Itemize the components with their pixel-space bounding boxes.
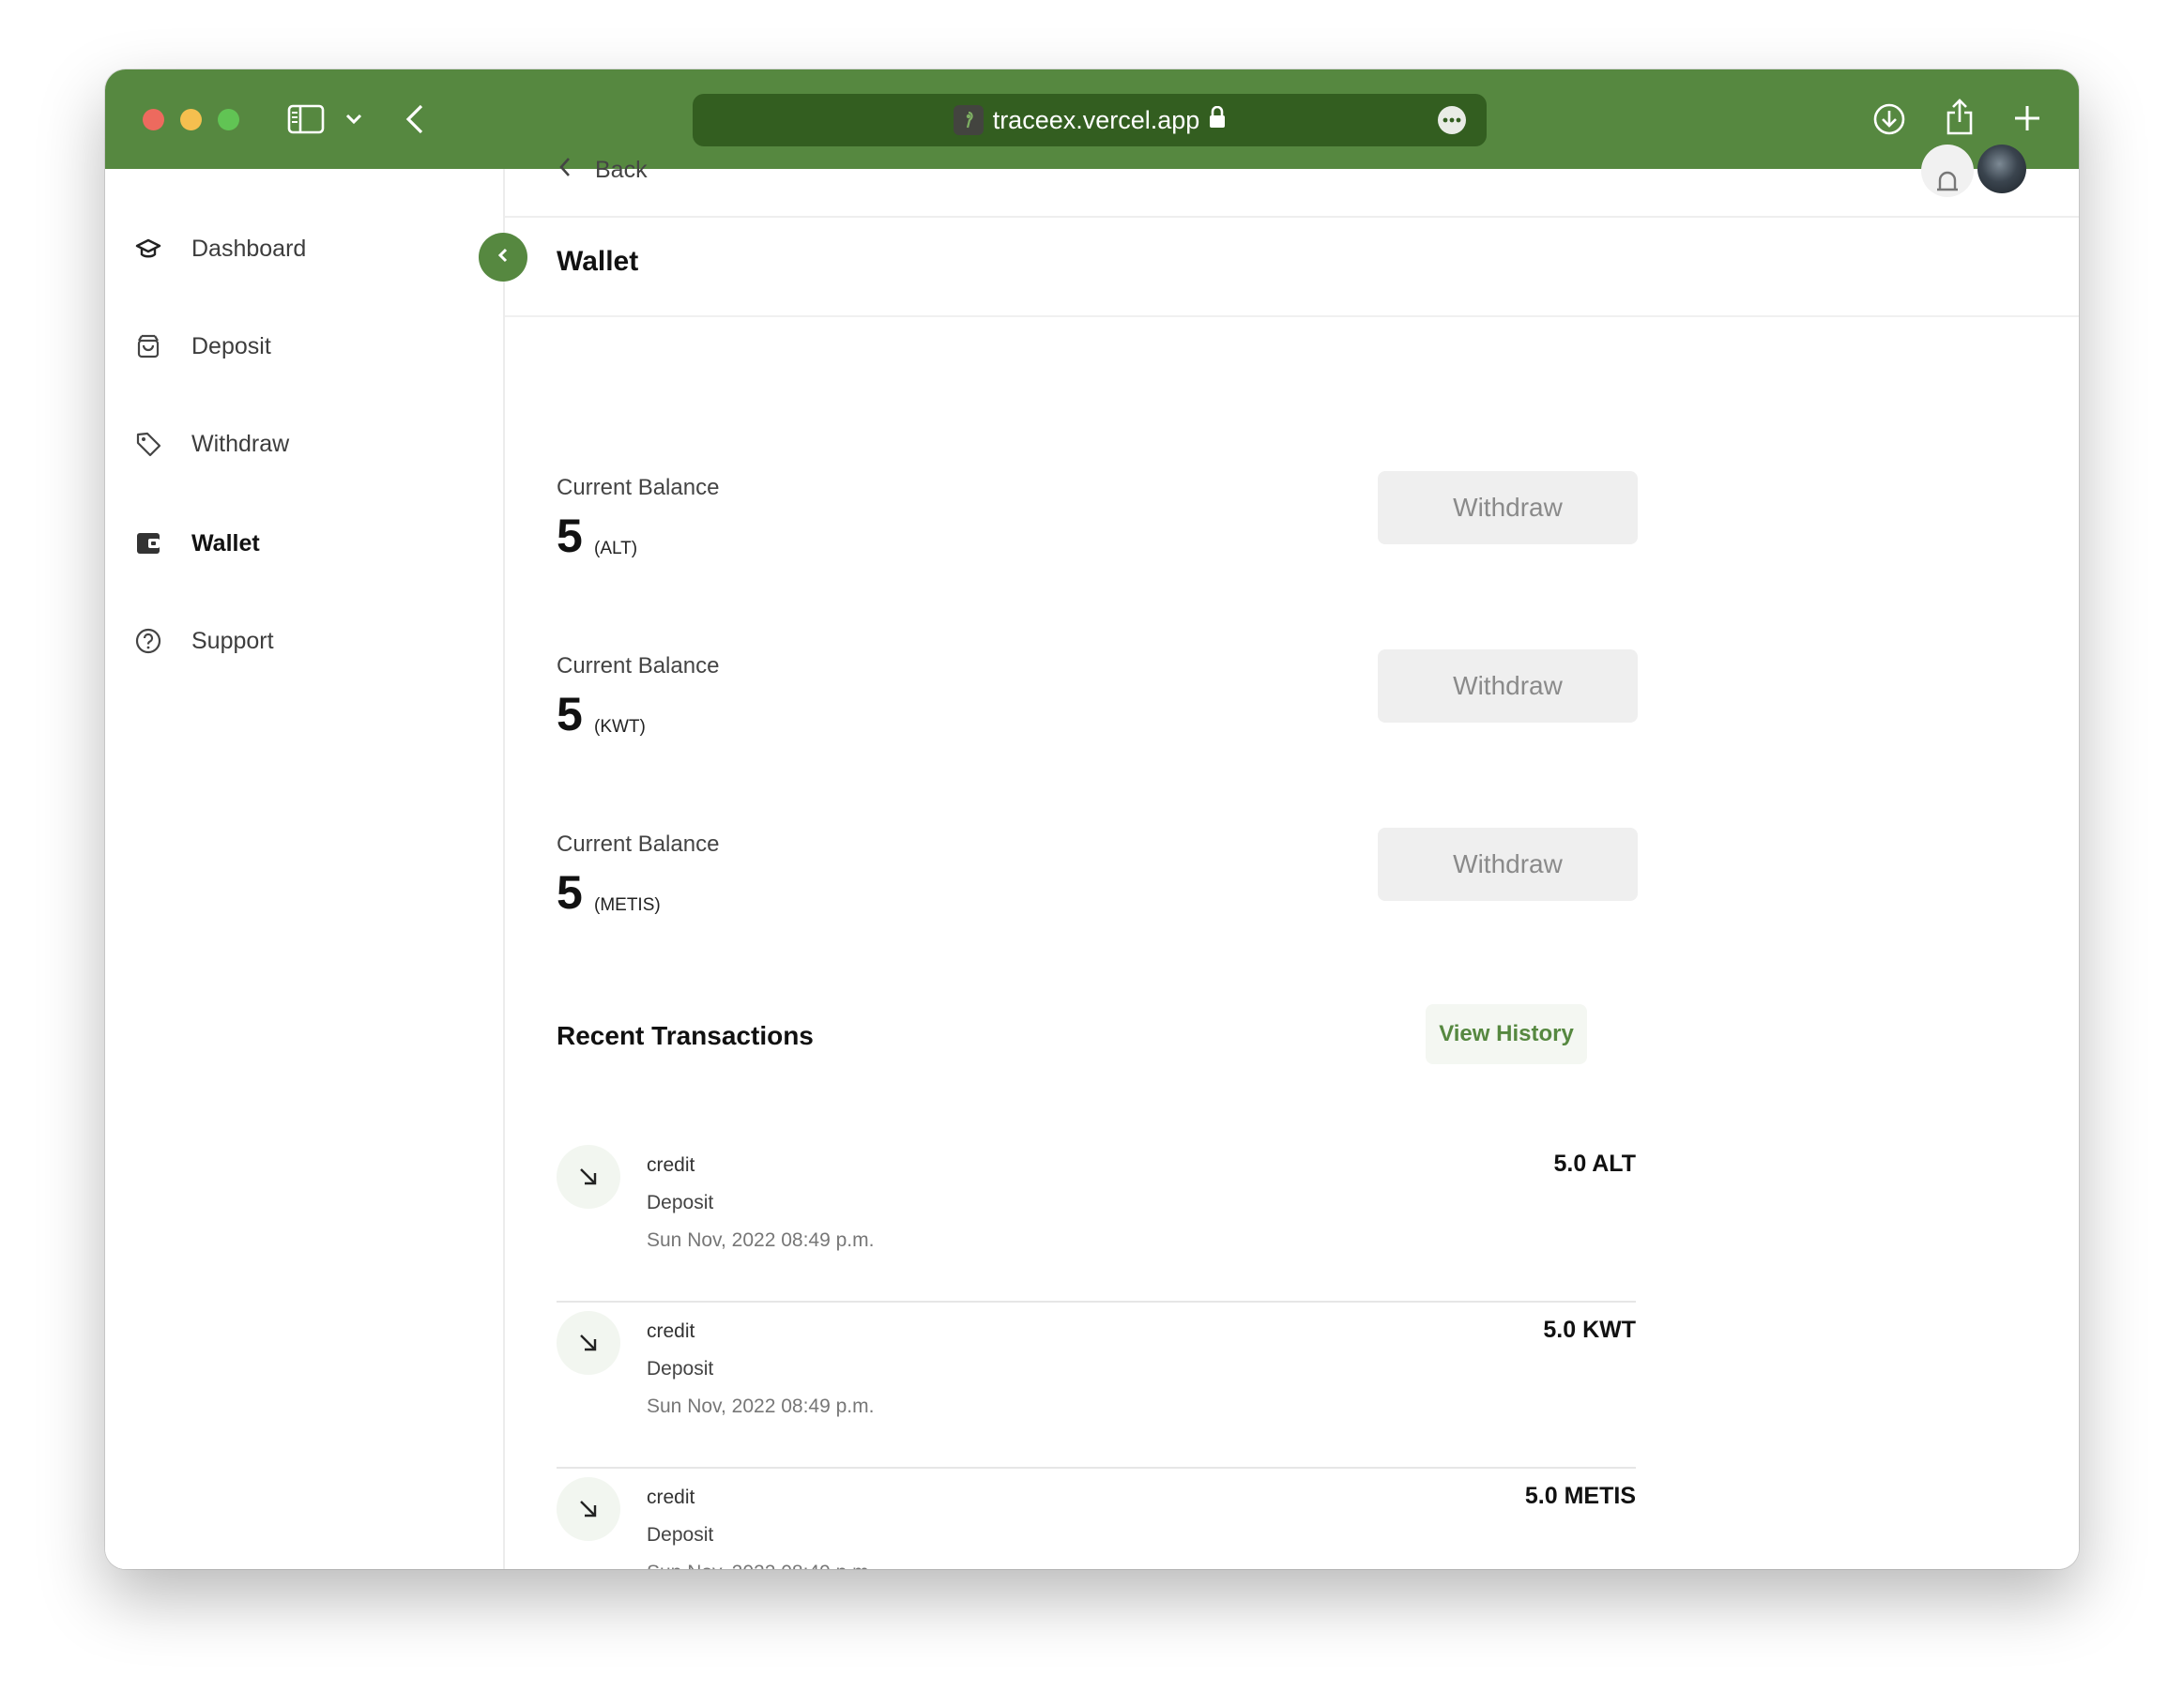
back-link[interactable]: Back bbox=[557, 156, 648, 185]
balance-unit: (ALT) bbox=[594, 539, 638, 558]
transaction-time: Sun Nov, 2022 08:49 p.m. bbox=[647, 1229, 875, 1251]
transaction-type: credit bbox=[647, 1487, 695, 1508]
arrow-down-right-icon bbox=[557, 1477, 620, 1541]
new-tab-icon[interactable] bbox=[2010, 101, 2044, 135]
balance-label: Current Balance bbox=[557, 831, 720, 857]
lock-icon bbox=[1209, 105, 1226, 135]
address-bar[interactable]: traceex.vercel.app bbox=[693, 94, 1487, 146]
transaction-time: Sun Nov, 2022 08:49 p.m. bbox=[647, 1395, 875, 1417]
balance-card-metis: Current Balance 5 (METIS) Withdraw bbox=[557, 828, 1638, 925]
main-panel: Back Wallet Current Balance 5 (ALT) With… bbox=[505, 145, 2079, 1569]
sidebar-item-label: Deposit bbox=[191, 332, 271, 359]
transaction-row[interactable]: credit Deposit Sun Nov, 2022 08:49 p.m. … bbox=[557, 1302, 1636, 1469]
chevron-left-icon bbox=[557, 156, 572, 185]
minimize-window-button[interactable] bbox=[180, 109, 202, 130]
download-icon[interactable] bbox=[1871, 101, 1907, 137]
avatar[interactable] bbox=[1977, 145, 2026, 193]
top-header: Back bbox=[505, 145, 2079, 218]
sidebar-item-support[interactable]: Support bbox=[133, 618, 274, 664]
share-icon[interactable] bbox=[1943, 96, 1977, 137]
address-text: traceex.vercel.app bbox=[992, 105, 1200, 134]
help-circle-icon bbox=[133, 626, 163, 656]
balance-amount: 5 bbox=[557, 688, 583, 740]
transaction-time: Sun Nov, 2022 08:49 p.m. bbox=[647, 1562, 874, 1569]
site-favicon-icon bbox=[953, 105, 984, 135]
withdraw-button[interactable]: Withdraw bbox=[1378, 828, 1638, 901]
page-title-bar: Wallet bbox=[505, 218, 2079, 317]
transaction-row[interactable]: credit Deposit Sun Nov, 2022 08:49 p.m. … bbox=[557, 1136, 1636, 1303]
arrow-down-right-icon bbox=[557, 1311, 620, 1375]
balance-label: Current Balance bbox=[557, 653, 720, 679]
back-label: Back bbox=[595, 157, 648, 183]
balance-card-kwt: Current Balance 5 (KWT) Withdraw bbox=[557, 649, 1638, 747]
view-history-button[interactable]: View History bbox=[1426, 1004, 1587, 1064]
notification-bell-icon[interactable] bbox=[1921, 145, 1974, 197]
sidebar-item-label: Dashboard bbox=[191, 235, 307, 262]
browser-toolbar: traceex.vercel.app bbox=[105, 69, 2079, 169]
tag-icon bbox=[133, 429, 163, 459]
transaction-description: Deposit bbox=[647, 1192, 714, 1213]
arrow-down-right-icon bbox=[557, 1145, 620, 1209]
transaction-description: Deposit bbox=[647, 1524, 714, 1546]
transaction-type: credit bbox=[647, 1154, 695, 1176]
withdraw-button[interactable]: Withdraw bbox=[1378, 649, 1638, 723]
sidebar-toggle-icon[interactable] bbox=[287, 103, 325, 135]
collapse-sidebar-button[interactable] bbox=[479, 233, 527, 282]
sidebar-item-wallet[interactable]: Wallet bbox=[133, 520, 260, 567]
more-options-icon[interactable] bbox=[1438, 106, 1466, 134]
sidebar-item-withdraw[interactable]: Withdraw bbox=[133, 420, 289, 467]
transaction-amount: 5.0 METIS bbox=[1524, 1483, 1636, 1509]
maximize-window-button[interactable] bbox=[218, 109, 239, 130]
transaction-type: credit bbox=[647, 1320, 695, 1342]
balance-unit: (KWT) bbox=[594, 717, 646, 737]
chevron-left-icon bbox=[496, 246, 510, 269]
sidebar-item-deposit[interactable]: Deposit bbox=[133, 323, 271, 370]
sidebar-item-dashboard[interactable]: Dashboard bbox=[133, 225, 306, 272]
transaction-row[interactable]: credit Deposit Sun Nov, 2022 08:49 p.m. … bbox=[557, 1468, 1636, 1569]
balance-amount: 5 bbox=[557, 510, 583, 562]
transaction-amount: 5.0 ALT bbox=[1553, 1151, 1636, 1177]
recent-transactions-title: Recent Transactions bbox=[557, 1021, 814, 1050]
page-title: Wallet bbox=[557, 246, 639, 277]
sidebar-item-label: Support bbox=[191, 627, 274, 654]
transaction-description: Deposit bbox=[647, 1358, 714, 1380]
graduation-cap-icon bbox=[133, 234, 163, 264]
back-nav-icon[interactable] bbox=[402, 101, 428, 137]
balance-unit: (METIS) bbox=[594, 895, 661, 915]
browser-window: traceex.vercel.app Dashboard Deposit Wit… bbox=[105, 69, 2079, 1569]
wallet-icon bbox=[133, 528, 163, 558]
transaction-amount: 5.0 KWT bbox=[1543, 1317, 1636, 1343]
withdraw-button[interactable]: Withdraw bbox=[1378, 471, 1638, 544]
bag-icon bbox=[133, 331, 163, 361]
sidebar: Dashboard Deposit Withdraw Wallet Suppor… bbox=[105, 169, 505, 1569]
sidebar-item-label: Wallet bbox=[191, 529, 260, 557]
close-window-button[interactable] bbox=[143, 109, 164, 130]
balance-amount: 5 bbox=[557, 866, 583, 919]
balance-label: Current Balance bbox=[557, 475, 720, 500]
sidebar-item-label: Withdraw bbox=[191, 430, 290, 457]
chevron-down-icon[interactable] bbox=[340, 107, 368, 131]
balance-card-alt: Current Balance 5 (ALT) Withdraw bbox=[557, 471, 1638, 569]
page-content: Dashboard Deposit Withdraw Wallet Suppor… bbox=[105, 145, 2079, 1569]
